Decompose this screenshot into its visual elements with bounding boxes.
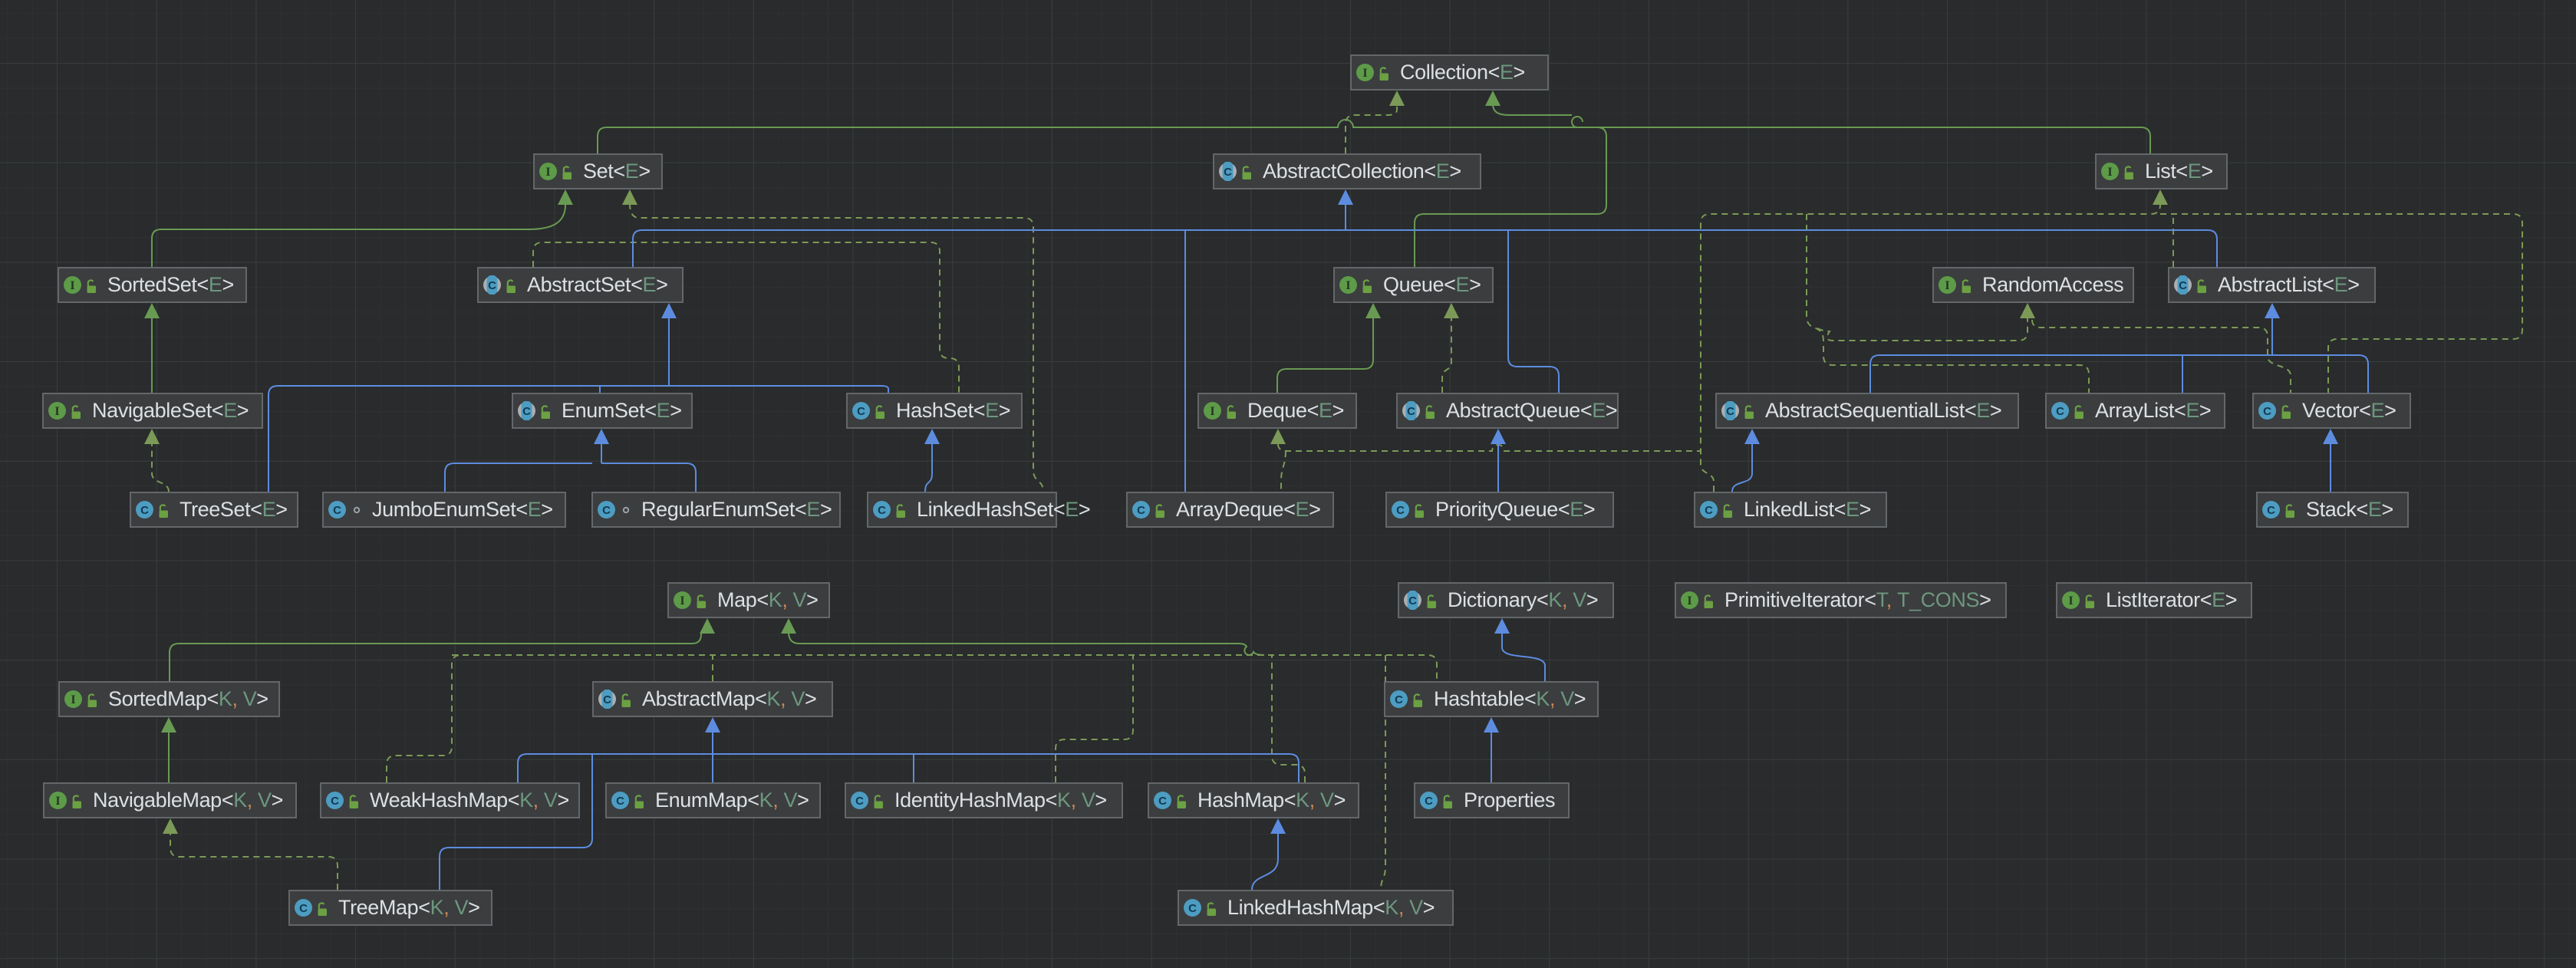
svg-text:C: C [1137,504,1145,517]
svg-text:C: C [140,504,149,517]
svg-text:C: C [1425,795,1433,808]
svg-text:C: C [333,504,341,517]
svg-text:C: C [2056,405,2064,418]
svg-text:I: I [55,795,60,808]
svg-text:C: C [1726,405,1734,418]
svg-text:I: I [1945,279,1949,292]
svg-text:C: C [1396,504,1405,517]
svg-text:I: I [545,166,550,179]
svg-text:C: C [603,693,611,706]
svg-text:I: I [1346,279,1350,292]
svg-text:I: I [54,405,59,418]
svg-text:C: C [857,405,865,418]
svg-text:C: C [2267,504,2275,517]
svg-text:C: C [331,795,339,808]
svg-text:C: C [1188,902,1197,915]
svg-text:C: C [855,795,864,808]
svg-text:C: C [2263,405,2271,418]
svg-text:C: C [616,795,624,808]
svg-text:I: I [680,594,684,607]
svg-text:C: C [488,279,496,292]
svg-text:I: I [70,279,74,292]
svg-text:I: I [71,693,75,706]
svg-text:C: C [1705,504,1713,517]
svg-text:I: I [1210,405,1214,418]
svg-text:C: C [1395,693,1403,706]
svg-text:C: C [1408,594,1417,607]
svg-text:C: C [878,504,886,517]
svg-text:C: C [1158,795,1167,808]
svg-text:C: C [522,405,531,418]
svg-text:C: C [299,902,308,915]
svg-text:C: C [1224,166,1232,179]
svg-text:I: I [1687,594,1692,607]
svg-text:I: I [2107,166,2112,179]
svg-text:C: C [602,504,611,517]
svg-text:I: I [2068,594,2073,607]
svg-text:C: C [2179,279,2187,292]
svg-text:I: I [1362,67,1367,80]
svg-text:C: C [1407,405,1415,418]
